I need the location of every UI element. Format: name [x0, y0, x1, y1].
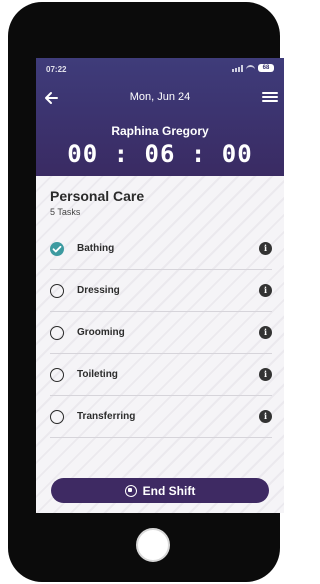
task-row-bathing[interactable]: Bathing i [50, 228, 272, 270]
client-name: Raphina Gregory [111, 124, 209, 138]
section-title: Personal Care [50, 188, 145, 204]
task-label: Grooming [77, 327, 125, 338]
wifi-icon [246, 64, 255, 72]
task-list: Bathing i Dressing i Grooming i Toiletin… [50, 228, 272, 438]
hamburger-icon [262, 92, 278, 94]
empty-circle-icon[interactable] [50, 410, 64, 424]
empty-circle-icon[interactable] [50, 284, 64, 298]
empty-circle-icon[interactable] [50, 326, 64, 340]
task-row-transferring[interactable]: Transferring i [50, 396, 272, 438]
task-row-dressing[interactable]: Dressing i [50, 270, 272, 312]
shift-date: Mon, Jun 24 [129, 91, 191, 103]
nav-row: Mon, Jun 24 [36, 88, 284, 108]
status-time: 07:22 [46, 65, 67, 74]
info-icon[interactable]: i [259, 284, 272, 297]
task-label: Transferring [77, 411, 136, 422]
phone-frame: 07:22 68 Mon, Jun 24 Raphina Gregory 00 … [8, 2, 284, 582]
task-count: 5 Tasks [50, 207, 81, 217]
task-label: Bathing [77, 243, 115, 254]
task-row-toileting[interactable]: Toileting i [50, 354, 272, 396]
stop-icon [124, 484, 137, 497]
status-icons: 68 [232, 64, 274, 72]
app-screen: 07:22 68 Mon, Jun 24 Raphina Gregory 00 … [36, 58, 284, 513]
task-label: Dressing [77, 285, 120, 296]
signal-icon [232, 64, 243, 72]
header: 07:22 68 Mon, Jun 24 Raphina Gregory 00 … [36, 58, 284, 176]
info-icon[interactable]: i [259, 242, 272, 255]
end-shift-label: End Shift [142, 483, 196, 498]
home-button[interactable] [136, 528, 170, 562]
status-bar: 07:22 68 [46, 64, 274, 76]
task-row-grooming[interactable]: Grooming i [50, 312, 272, 354]
end-shift-button[interactable]: End Shift [51, 478, 269, 503]
check-circle-icon[interactable] [50, 242, 64, 256]
info-icon[interactable]: i [259, 326, 272, 339]
info-icon[interactable]: i [259, 410, 272, 423]
menu-button[interactable] [262, 90, 278, 106]
task-content: Personal Care 5 Tasks Bathing i Dressing… [36, 176, 284, 513]
shift-timer: 00 : 06 : 00 [67, 140, 253, 168]
task-label: Toileting [77, 369, 118, 380]
battery-icon: 68 [258, 64, 274, 72]
info-icon[interactable]: i [259, 368, 272, 381]
empty-circle-icon[interactable] [50, 368, 64, 382]
